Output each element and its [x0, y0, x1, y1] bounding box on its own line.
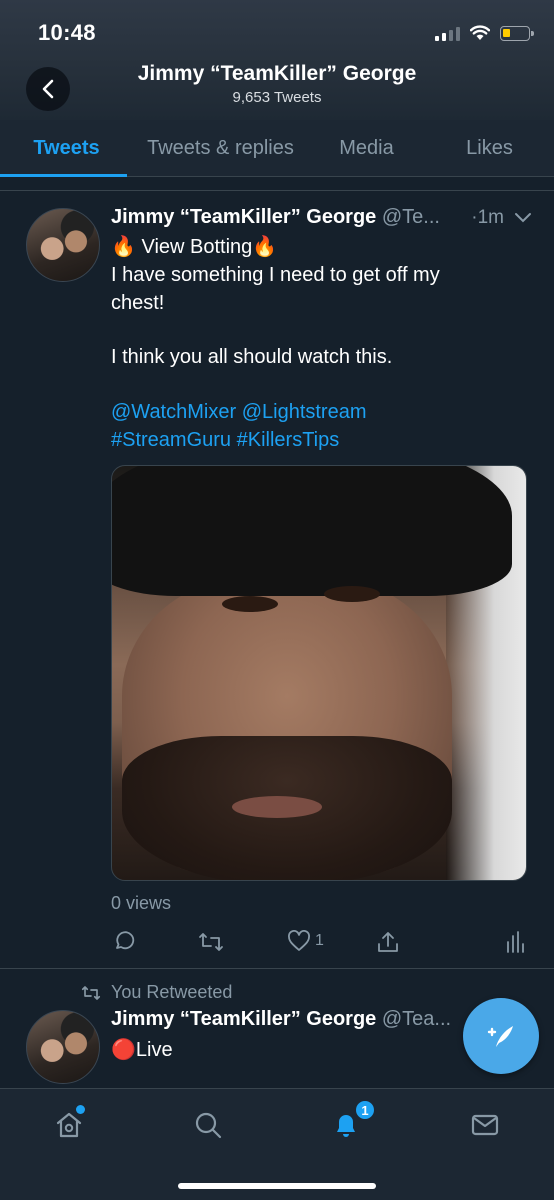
analytics-icon — [507, 931, 524, 953]
signal-icon — [435, 25, 460, 41]
profile-header: 10:48 Jimmy “TeamKiller” George 9,653 Tw… — [0, 0, 554, 120]
hashtag-link[interactable]: #StreamGuru — [111, 429, 231, 451]
status-icons — [435, 22, 534, 44]
reply-button[interactable] — [111, 930, 135, 954]
tweet-text-line-4: I think you all should watch this. — [111, 346, 393, 368]
reply-icon — [116, 931, 135, 950]
tweet-text-line-3: chest! — [111, 292, 165, 314]
notifications-badge: 1 — [354, 1099, 376, 1121]
home-indicator — [178, 1183, 376, 1189]
retweet-icon — [81, 986, 101, 1000]
tweet-text-line-2: I have something I need to get off my — [111, 264, 440, 286]
tweet-author-handle: @Te... — [381, 206, 440, 228]
home-icon — [56, 1112, 82, 1138]
tweet-count: 9,653 Tweets — [232, 89, 322, 106]
share-button[interactable] — [376, 930, 400, 954]
profile-tabs: Tweets Tweets & replies Media Likes — [0, 120, 554, 177]
tweet-author-handle: @Tea... — [381, 1008, 452, 1030]
compose-feather-icon — [487, 1026, 513, 1047]
tab-likes[interactable]: Likes — [425, 120, 554, 176]
tweet-actions: 1 — [111, 930, 531, 958]
heart-icon — [288, 930, 310, 951]
nav-notifications[interactable]: 1 — [326, 1099, 376, 1145]
analytics-button[interactable] — [505, 930, 525, 954]
header-title: Jimmy “TeamKiller” George — [137, 62, 417, 85]
like-count: 1 — [315, 932, 324, 949]
mention-link[interactable]: @Lightstream — [242, 401, 367, 423]
wifi-icon — [470, 25, 490, 40]
tweet-author[interactable]: Jimmy “TeamKiller” George @Te... — [111, 206, 440, 229]
search-icon — [195, 1112, 222, 1139]
status-time: 10:48 — [38, 20, 96, 45]
tab-media[interactable]: Media — [308, 120, 425, 176]
view-count: 0 views — [111, 893, 172, 913]
nav-messages[interactable] — [465, 1105, 505, 1145]
tab-tweets[interactable]: Tweets — [0, 120, 133, 177]
avatar[interactable] — [26, 1010, 100, 1084]
battery-icon — [500, 25, 534, 41]
tab-tweets-replies[interactable]: Tweets & replies — [133, 120, 308, 176]
retweet-button[interactable] — [198, 930, 224, 954]
tweet-author-name: Jimmy “TeamKiller” George — [111, 206, 377, 228]
tweet-author-name: Jimmy “TeamKiller” George — [111, 1008, 377, 1030]
tweet-text-line-1: 🔥 View Botting🔥 — [111, 236, 278, 258]
chevron-down-icon[interactable] — [514, 212, 532, 224]
nav-home[interactable] — [49, 1105, 89, 1145]
tweet-author[interactable]: Jimmy “TeamKiller” George @Tea... — [111, 1008, 451, 1031]
share-icon — [378, 932, 398, 952]
new-content-dot — [76, 1105, 85, 1114]
tweet-video[interactable] — [111, 465, 527, 881]
tweet-time: ·1m — [471, 207, 504, 228]
hashtag-link[interactable]: #KillersTips — [237, 429, 340, 451]
nav-search[interactable] — [188, 1105, 228, 1145]
compose-tweet-button[interactable] — [463, 998, 539, 1074]
tweet-mentions: @WatchMixer @Lightstream — [111, 398, 531, 426]
divider — [0, 190, 554, 191]
divider — [0, 968, 554, 969]
like-button[interactable]: 1 — [287, 930, 324, 952]
tweet-hashtags: #StreamGuru #KillersTips — [111, 426, 531, 454]
avatar[interactable] — [26, 208, 100, 282]
mention-link[interactable]: @WatchMixer — [111, 401, 236, 423]
mail-icon — [471, 1114, 499, 1136]
retweet-icon — [199, 933, 223, 951]
retweet-label: You Retweeted — [111, 982, 233, 1002]
